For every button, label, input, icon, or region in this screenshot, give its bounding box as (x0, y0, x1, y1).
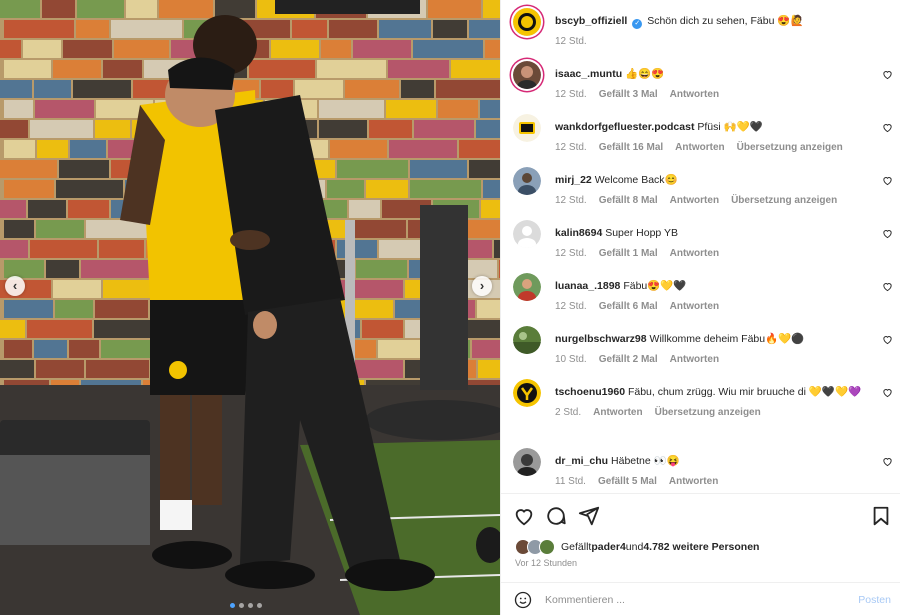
carousel-dot (257, 603, 262, 608)
comment-username[interactable]: nurgelbschwarz98 (555, 333, 647, 345)
comment-icon[interactable] (545, 505, 567, 527)
likes-summary[interactable]: Gefällt pader4 und 4.782 weitere Persone… (515, 539, 759, 555)
heart-icon[interactable] (882, 387, 893, 398)
comment-input[interactable] (545, 590, 835, 610)
reply-button[interactable]: Antworten (593, 405, 642, 420)
yb-logo-icon (513, 8, 541, 36)
photo-illustration (0, 0, 500, 615)
reply-button[interactable]: Antworten (670, 193, 719, 208)
post-side-panel: bscyb_offiziell ✓ Schön dich zu sehen, F… (500, 0, 900, 615)
likes-prefix: Gefällt (561, 541, 592, 553)
post-button[interactable]: Posten (858, 594, 891, 606)
heart-icon[interactable] (882, 456, 893, 467)
reply-button[interactable]: Antworten (670, 299, 719, 314)
comment-username[interactable]: kalin8694 (555, 227, 602, 239)
emoji-icon[interactable] (514, 591, 532, 609)
comment-text: Welcome Back😊 (594, 174, 678, 186)
carousel-next-button[interactable]: › (472, 276, 492, 296)
comment-username[interactable]: tschoenu1960 (555, 386, 625, 398)
comment-username[interactable]: luanaa_.1898 (555, 280, 620, 292)
avatar[interactable] (513, 8, 541, 36)
comment-time: 12 Std. (555, 195, 587, 206)
avatar[interactable] (513, 61, 541, 89)
like-heart-icon[interactable] (513, 505, 535, 527)
carousel-dot (239, 603, 244, 608)
comment-text: Fäbu😍💛🖤 (623, 280, 687, 292)
comment-composer: Posten (501, 582, 900, 615)
default-avatar-icon (513, 220, 541, 248)
comment-likes[interactable]: Gefällt 16 Mal (599, 140, 663, 155)
comment-time: 10 Std. (555, 354, 587, 365)
verified-icon: ✓ (632, 19, 643, 29)
carousel-prev-button[interactable]: ‹ (5, 276, 25, 296)
comment-likes[interactable]: Gefällt 8 Mal (599, 193, 658, 208)
avatar[interactable] (513, 273, 541, 301)
reply-button[interactable]: Antworten (670, 87, 719, 102)
comment-time: 12 Std. (555, 301, 587, 312)
comment-likes[interactable]: Gefällt 2 Mal (599, 352, 658, 367)
comment-text: 👍😄😍 (625, 68, 665, 80)
comment-text: Super Hopp YB (605, 227, 678, 239)
avatar[interactable] (513, 326, 541, 354)
likes-count[interactable]: 4.782 weitere Personen (643, 541, 759, 553)
comment-text: Häbetne 👀😝 (611, 455, 680, 467)
avatar[interactable] (513, 167, 541, 195)
comment-likes[interactable]: Gefällt 3 Mal (599, 87, 658, 102)
carousel-indicator (230, 603, 262, 608)
reply-button[interactable]: Antworten (670, 352, 719, 367)
comment-time: 12 Std. (555, 142, 587, 153)
comment-text: Pfüsi 🙌💛🖤 (697, 121, 763, 133)
translate-button[interactable]: Übersetzung anzeigen (731, 193, 837, 208)
bookmark-icon[interactable] (870, 505, 892, 527)
comment-likes[interactable]: Gefällt 5 Mal (598, 474, 657, 489)
comment-text: Willkomme deheim Fäbu🔥💛⚫ (649, 333, 805, 345)
comment-time: 11 Std. (555, 476, 586, 487)
caption-text: Schön dich zu sehen, Fäbu 😍🙋 (647, 15, 804, 27)
likes-middle: und (625, 541, 644, 553)
liker-avatars (515, 539, 557, 555)
post-photo[interactable]: ‹ › (0, 0, 500, 615)
carousel-dot (248, 603, 253, 608)
heart-icon[interactable] (882, 122, 893, 133)
reply-button[interactable]: Antworten (670, 246, 719, 261)
heart-icon[interactable] (882, 281, 893, 292)
comment-time: 12 Std. (555, 36, 587, 47)
comment-likes[interactable]: Gefällt 1 Mal (599, 246, 658, 261)
avatar[interactable] (513, 448, 541, 476)
heart-icon[interactable] (882, 334, 893, 345)
translate-button[interactable]: Übersetzung anzeigen (655, 405, 761, 420)
heart-icon[interactable] (882, 69, 893, 80)
avatar[interactable] (513, 220, 541, 248)
likes-user[interactable]: pader4 (591, 541, 625, 553)
translate-button[interactable]: Übersetzung anzeigen (737, 140, 843, 155)
comments-list[interactable]: bscyb_offiziell ✓ Schön dich zu sehen, F… (501, 0, 900, 493)
comment-time: 12 Std. (555, 248, 587, 259)
reply-button[interactable]: Antworten (669, 474, 718, 489)
heart-icon[interactable] (882, 175, 893, 186)
comment-time: 2 Std. (555, 407, 582, 418)
comment-username[interactable]: isaac_.muntu (555, 68, 622, 80)
comment-text: Fäbu, chum zrügg. Wiu mir bruuche di 💛🖤💛… (627, 386, 862, 398)
avatar[interactable] (513, 114, 541, 142)
share-icon[interactable] (578, 505, 600, 527)
reply-button[interactable]: Antworten (675, 140, 724, 155)
comment-likes[interactable]: Gefällt 6 Mal (599, 299, 658, 314)
avatar[interactable] (513, 379, 541, 407)
comment-username[interactable]: wankdorfgefluester.podcast (555, 121, 694, 133)
carousel-dot (230, 603, 235, 608)
comment-username[interactable]: dr_mi_chu (555, 455, 608, 467)
post-author[interactable]: bscyb_offiziell (555, 15, 627, 27)
comment-time: 12 Std. (555, 89, 587, 100)
post-timestamp[interactable]: Vor 12 Stunden (515, 558, 577, 568)
post-actions: Gefällt pader4 und 4.782 weitere Persone… (501, 493, 900, 575)
heart-icon[interactable] (882, 228, 893, 239)
comment-username[interactable]: mirj_22 (555, 174, 592, 186)
